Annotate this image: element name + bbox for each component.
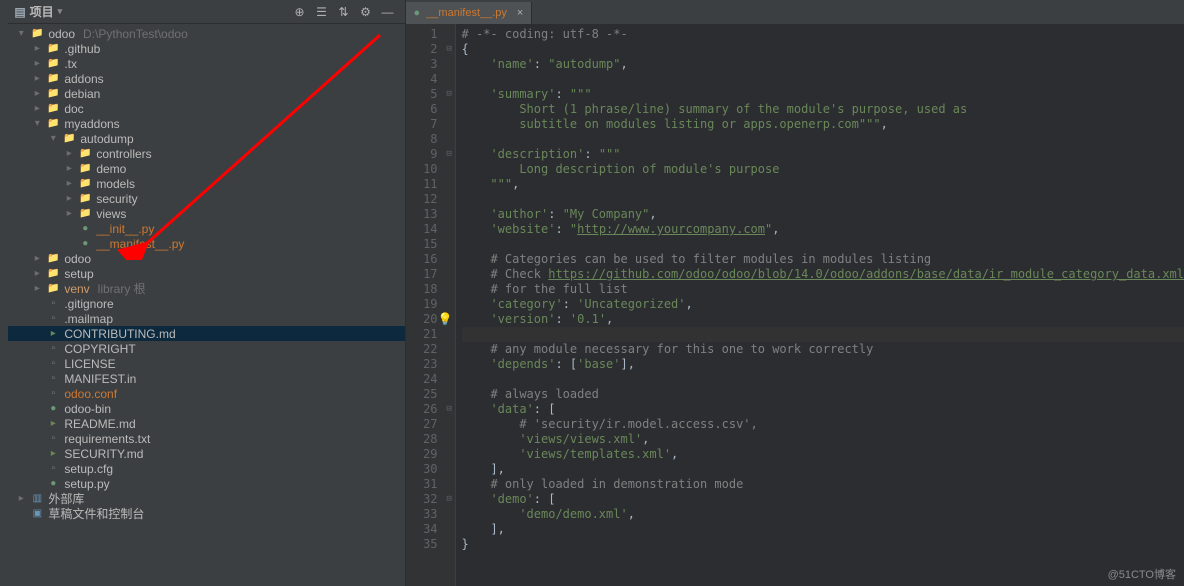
tree-item[interactable]: ▸CONTRIBUTING.md <box>8 326 404 341</box>
tree-item[interactable]: ▸📁security <box>8 191 404 206</box>
project-tree[interactable]: ▾📁odooD:\PythonTest\odoo▸📁.github▸📁.tx▸📁… <box>8 24 404 586</box>
focus-icon[interactable]: ☰ <box>311 1 333 23</box>
tree-item[interactable]: ▫requirements.txt <box>8 431 404 446</box>
tree-item[interactable]: ▫odoo.conf <box>8 386 404 401</box>
tree-item[interactable]: ▸📁controllers <box>8 146 404 161</box>
tree-item[interactable]: ▣草稿文件和控制台 <box>8 506 404 521</box>
tree-item[interactable]: ●setup.py <box>8 476 404 491</box>
tree-item[interactable]: ▫setup.cfg <box>8 461 404 476</box>
tree-item[interactable]: ▫.mailmap <box>8 311 404 326</box>
line-number-gutter: 1234567891011121314151617181920212223242… <box>406 24 444 586</box>
tree-item[interactable]: ▫COPYRIGHT <box>8 341 404 356</box>
tree-item[interactable]: ▸📁.github <box>8 41 404 56</box>
target-icon[interactable]: ⊕ <box>289 1 311 23</box>
tree-item[interactable]: ▸SECURITY.md <box>8 446 404 461</box>
minimize-icon[interactable]: — <box>377 1 399 23</box>
tree-item[interactable]: ▫MANIFEST.in <box>8 371 404 386</box>
tree-item[interactable]: ●__init__.py <box>8 221 404 236</box>
dropdown-icon: ▾ <box>58 6 63 17</box>
project-icon: ▤ <box>14 5 25 19</box>
tree-item[interactable]: ●__manifest__.py <box>8 236 404 251</box>
code-area[interactable]: # -*- coding: utf-8 -*-{ 'name': "autodu… <box>456 24 1184 586</box>
tab-manifest[interactable]: ● __manifest__.py × <box>406 2 533 24</box>
collapse-icon[interactable]: ⇅ <box>333 1 355 23</box>
tree-item[interactable]: ▸📁.tx <box>8 56 404 71</box>
project-panel: ▤ 项目 ▾ ⊕ ☰ ⇅ ⚙ — ▾📁odooD:\PythonTest\odo… <box>8 0 405 586</box>
panel-header: ▤ 项目 ▾ ⊕ ☰ ⇅ ⚙ — <box>8 0 404 24</box>
panel-title-text: 项目 <box>30 3 54 20</box>
tree-item[interactable]: ▾📁odooD:\PythonTest\odoo <box>8 26 404 41</box>
tree-item[interactable]: ▫.gitignore <box>8 296 404 311</box>
tree-item[interactable]: ▸📁odoo <box>8 251 404 266</box>
tree-item[interactable]: ▾📁myaddons <box>8 116 404 131</box>
tree-item[interactable]: ▾📁autodump <box>8 131 404 146</box>
tree-item[interactable]: ▫LICENSE <box>8 356 404 371</box>
tab-label: __manifest__.py <box>426 7 507 19</box>
tree-item[interactable]: ▸📁debian <box>8 86 404 101</box>
tree-item[interactable]: ▸📁venvlibrary 根 <box>8 281 404 296</box>
editor: ● __manifest__.py × 12345678910111213141… <box>406 0 1184 586</box>
tab-bar[interactable]: ● __manifest__.py × <box>406 0 1184 24</box>
fold-gutter[interactable]: ⊟ ⊟ ⊟ ⊟ ⊟ <box>444 24 456 586</box>
tree-item[interactable]: ▸▥外部库 <box>8 491 404 506</box>
tree-item[interactable]: ▸README.md <box>8 416 404 431</box>
tree-item[interactable]: ▸📁models <box>8 176 404 191</box>
left-gutter <box>0 0 8 586</box>
tree-item[interactable]: ▸📁setup <box>8 266 404 281</box>
watermark: @51CTO博客 <box>1108 566 1176 582</box>
tree-item[interactable]: ▸📁doc <box>8 101 404 116</box>
tree-item[interactable]: ▸📁demo <box>8 161 404 176</box>
python-file-icon: ● <box>414 7 421 19</box>
close-icon[interactable]: × <box>517 7 523 19</box>
panel-title[interactable]: ▤ 项目 ▾ <box>14 3 62 20</box>
tree-item[interactable]: ▸📁addons <box>8 71 404 86</box>
editor-body[interactable]: 1234567891011121314151617181920212223242… <box>406 24 1184 586</box>
gear-icon[interactable]: ⚙ <box>355 1 377 23</box>
tree-item[interactable]: ▸📁views <box>8 206 404 221</box>
tree-item[interactable]: ●odoo-bin <box>8 401 404 416</box>
